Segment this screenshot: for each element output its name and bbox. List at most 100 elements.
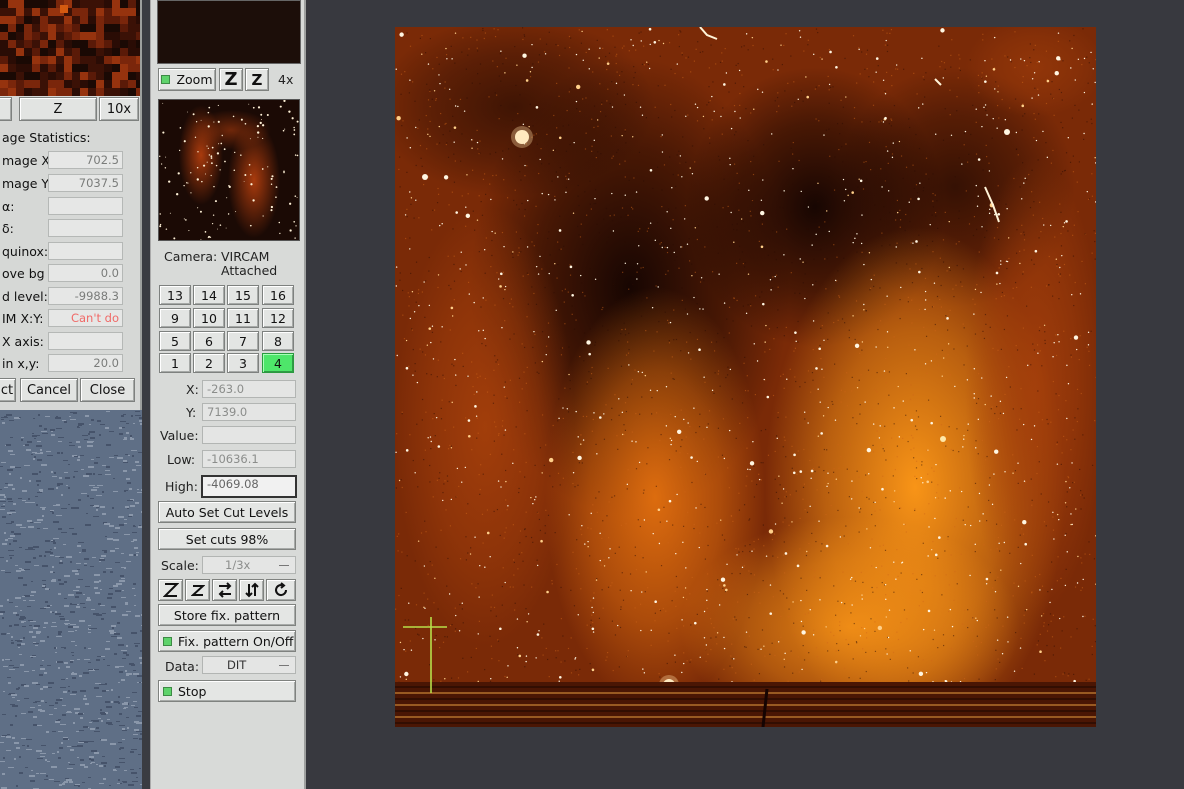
sky-image[interactable] — [395, 27, 1096, 727]
preview-thumbnail — [159, 100, 299, 240]
chip-button-16[interactable]: 16 — [262, 285, 294, 305]
store-fix-pattern-button[interactable]: Store fix. pattern — [158, 604, 296, 626]
zoom-factor-button[interactable]: 10x — [99, 97, 139, 121]
statistics-row-label: mage X: — [2, 153, 55, 168]
y-label: Y: — [186, 405, 197, 420]
camera-control-panel: Zoom Z Z 4x Camera: VIRCAM Attached 13 14… — [150, 0, 306, 789]
statistics-row-value: 20.0 — [48, 354, 123, 372]
fix-pattern-led-icon — [163, 636, 172, 646]
zoom-z-button[interactable]: Z — [19, 97, 97, 121]
statistics-row-value — [48, 219, 123, 237]
top-view — [157, 0, 301, 64]
zoom-z-label: Z — [53, 101, 63, 117]
background-window-noise — [0, 410, 142, 789]
zoom-led-icon — [161, 75, 171, 84]
statistics-row-value: 7037.5 — [48, 174, 123, 192]
camera-label: Camera: — [164, 249, 218, 264]
stop-label: Stop — [178, 683, 207, 699]
chip-button-11[interactable]: 11 — [227, 308, 259, 328]
zoom-toggle-button[interactable]: Zoom — [158, 68, 216, 91]
dropdown-indicator-icon — [279, 565, 289, 566]
chip-button-14[interactable]: 14 — [193, 285, 225, 305]
zoom-small-button[interactable] — [185, 579, 210, 601]
y-coordinate-field[interactable]: 7139.0 — [202, 403, 296, 421]
fix-pattern-toggle[interactable]: Fix. pattern On/Off — [158, 630, 296, 652]
x-coordinate-field[interactable]: -263.0 — [202, 380, 296, 398]
statistics-row-value — [48, 332, 123, 350]
statistics-row-label: mage Y: — [2, 176, 52, 191]
set-cuts-button[interactable]: Set cuts 98% — [158, 528, 296, 550]
statistics-row-label: α: — [2, 199, 15, 214]
chip-button-3[interactable]: 3 — [227, 353, 259, 373]
statistics-row-label: quinox: — [2, 244, 49, 259]
flip-horizontal-button[interactable] — [212, 579, 237, 601]
zoom-out-button[interactable] — [0, 97, 12, 121]
cancel-button[interactable]: Cancel — [20, 378, 78, 402]
chip-button-4[interactable]: 4 — [262, 353, 294, 373]
zoom-fit-button[interactable] — [158, 579, 183, 601]
close-button-label: Close — [89, 382, 126, 398]
high-cut-field[interactable]: -4069.08 — [201, 475, 297, 498]
scale-value: 1/3x — [225, 558, 251, 572]
chip-button-2[interactable]: 2 — [193, 353, 225, 373]
statistics-title: age Statistics: — [2, 130, 91, 145]
zoom-z-small-button[interactable]: Z — [245, 68, 269, 91]
zoom-z-icon — [162, 583, 179, 597]
select-button[interactable]: ct — [0, 378, 16, 402]
data-dropdown[interactable]: DIT — [202, 656, 296, 674]
zoom-z-big-button[interactable]: Z — [219, 68, 243, 91]
chip-button-15[interactable]: 15 — [227, 285, 259, 305]
rotate-button[interactable] — [266, 579, 296, 601]
dropdown-indicator-icon — [279, 665, 289, 666]
low-label: Low: — [167, 452, 196, 467]
set-cuts-label: Set cuts 98% — [185, 531, 269, 547]
chip-button-6[interactable]: 6 — [193, 331, 225, 351]
low-cut-field[interactable]: -10636.1 — [202, 450, 296, 468]
stop-button[interactable]: Stop — [158, 680, 296, 702]
data-value: DIT — [227, 658, 247, 672]
chip-button-1[interactable]: 1 — [159, 353, 191, 373]
statistics-row-label: in x,y: — [2, 356, 40, 371]
statistics-row-value — [48, 197, 123, 215]
statistics-row-value: 702.5 — [48, 151, 123, 169]
zoom-factor: 4x — [278, 72, 294, 87]
store-fix-pattern-label: Store fix. pattern — [173, 607, 281, 623]
select-button-label: ct — [0, 382, 14, 398]
scale-label: Scale: — [161, 558, 199, 573]
chip-button-13[interactable]: 13 — [159, 285, 191, 305]
data-label: Data: — [165, 659, 200, 674]
flip-vertical-button[interactable] — [239, 579, 264, 601]
x-label: X: — [186, 382, 199, 397]
statistics-row-label: X axis: — [2, 334, 44, 349]
statistics-row-value: Can't do — [48, 309, 123, 327]
noise-pattern — [0, 411, 142, 789]
statistics-row-label: δ: — [2, 221, 14, 236]
value-label: Value: — [160, 428, 199, 443]
flip-vertical-icon — [244, 582, 259, 598]
scale-dropdown[interactable]: 1/3x — [202, 556, 296, 574]
auto-set-cut-levels-label: Auto Set Cut Levels — [165, 504, 289, 520]
chip-button-10[interactable]: 10 — [193, 308, 225, 328]
chip-button-12[interactable]: 12 — [262, 308, 294, 328]
zoom-label: Zoom — [176, 72, 213, 87]
zoom-z-big-label: Z — [224, 69, 238, 90]
statistics-row-label: d level: — [2, 289, 48, 304]
statistics-window: Z 10x age Statistics: mage X: 702.5 mage Y… — [0, 0, 142, 410]
pixel-value-field[interactable] — [202, 426, 296, 444]
close-button[interactable]: Close — [80, 378, 135, 402]
chip-button-5[interactable]: 5 — [159, 331, 191, 351]
flip-horizontal-icon — [218, 582, 231, 598]
image-preview[interactable] — [158, 99, 300, 241]
rotate-icon — [275, 582, 288, 597]
chip-button-9[interactable]: 9 — [159, 308, 191, 328]
zoom-small-z-icon — [190, 585, 205, 596]
chip-button-7[interactable]: 7 — [227, 331, 259, 351]
fix-pattern-toggle-label: Fix. pattern On/Off — [178, 633, 294, 649]
auto-set-cut-levels-button[interactable]: Auto Set Cut Levels — [158, 501, 296, 523]
zoom-z-small-label: Z — [251, 70, 263, 89]
camera-name: VIRCAM — [221, 249, 270, 264]
statistics-row-value — [48, 242, 123, 260]
sky-image-canvas — [395, 27, 1096, 727]
chip-button-8[interactable]: 8 — [262, 331, 294, 351]
statistics-row-value: 0.0 — [48, 264, 123, 282]
